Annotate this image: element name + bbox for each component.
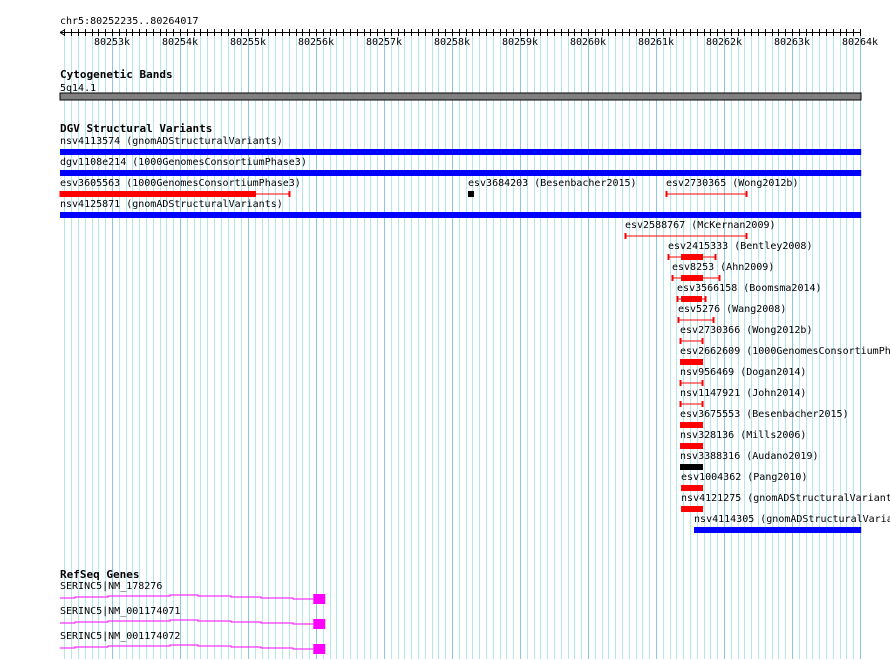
ruler-label: 80253k [94, 37, 130, 48]
variant-label: esv1004362 (Pang2010) [681, 472, 807, 483]
gene-exon[interactable] [313, 594, 326, 604]
gene-label: SERINC5|NM_001174071 [60, 606, 180, 617]
variant-label: esv5276 (Wang2008) [678, 304, 786, 315]
variant-label: nsv4114305 (gnomADStructuralVariants) [694, 514, 890, 525]
variant-label: esv8253 (Ahn2009) [672, 262, 774, 273]
ruler-label: 80255k [230, 37, 266, 48]
variant-feature[interactable] [681, 275, 704, 281]
gene-exon[interactable] [313, 644, 326, 654]
ruler-label: 80256k [298, 37, 334, 48]
variant-label: esv3684203 (Besenbacher2015) [468, 178, 637, 189]
variant-feature[interactable] [680, 443, 704, 449]
track-title-dgv-structural-variants: DGV Structural Variants [60, 122, 212, 135]
variant-label: esv2730365 (Wong2012b) [666, 178, 798, 189]
variant-feature[interactable] [60, 149, 862, 155]
variant-label: dgv1108e214 (1000GenomesConsortiumPhase3… [60, 157, 307, 168]
ruler-label: 80260k [570, 37, 606, 48]
variant-feature[interactable] [681, 506, 704, 512]
variant-label: esv3566158 (Boomsma2014) [677, 283, 822, 294]
variant-feature[interactable] [60, 170, 862, 176]
variant-feature[interactable] [468, 191, 474, 197]
variant-label: nsv3388316 (Audano2019) [680, 451, 818, 462]
variant-label: esv2730366 (Wong2012b) [680, 325, 812, 336]
ruler-label: 80264k [842, 37, 878, 48]
variant-label: esv2588767 (McKernan2009) [625, 220, 776, 231]
variant-label: nsv1147921 (John2014) [680, 388, 806, 399]
variant-label: esv2662609 (1000GenomesConsortiumPhase3) [680, 346, 890, 357]
track-title-refseq-genes: RefSeq Genes [60, 568, 139, 581]
gene-exon[interactable] [313, 619, 326, 629]
variant-feature[interactable] [681, 485, 704, 491]
variant-label: nsv328136 (Mills2006) [680, 430, 806, 441]
ruler-label: 80259k [502, 37, 538, 48]
variant-label: esv3675553 (Besenbacher2015) [680, 409, 849, 420]
location-label: chr5:80252235..80264017 [60, 16, 198, 27]
variant-feature[interactable] [681, 254, 704, 260]
variant-feature[interactable] [680, 422, 704, 428]
variant-label: nsv4125871 (gnomADStructuralVariants) [60, 199, 283, 210]
ruler-label: 80261k [638, 37, 674, 48]
variant-feature[interactable] [60, 212, 862, 218]
variant-feature[interactable] [680, 464, 704, 470]
cytoband-5q14-1[interactable] [59, 92, 862, 101]
variant-label: nsv4113574 (gnomADStructuralVariants) [60, 136, 283, 147]
ruler-label: 80254k [162, 37, 198, 48]
track-title-cytogenetic-bands: Cytogenetic Bands [60, 68, 173, 81]
ruler-label: 80258k [434, 37, 470, 48]
variant-feature[interactable] [694, 527, 862, 533]
variant-label: esv3605563 (1000GenomesConsortiumPhase3) [60, 178, 301, 189]
cytoband-label: 5q14.1 [60, 83, 96, 94]
variant-label: esv2415333 (Bentley2008) [668, 241, 813, 252]
genome-browser-view[interactable]: chr5:80252235..80264017 80253k 80254k 80255… [0, 0, 890, 659]
ruler-label: 80257k [366, 37, 402, 48]
variant-feature[interactable] [681, 296, 702, 302]
gene-label: SERINC5|NM_001174072 [60, 631, 180, 642]
variant-feature[interactable] [680, 359, 704, 365]
gene-label: SERINC5|NM_178276 [60, 581, 162, 592]
ruler-label: 80263k [774, 37, 810, 48]
variant-feature[interactable] [60, 191, 256, 197]
ruler-label: 80262k [706, 37, 742, 48]
variant-label: nsv956469 (Dogan2014) [680, 367, 806, 378]
variant-label: nsv4121275 (gnomADStructuralVariants) [681, 493, 890, 504]
